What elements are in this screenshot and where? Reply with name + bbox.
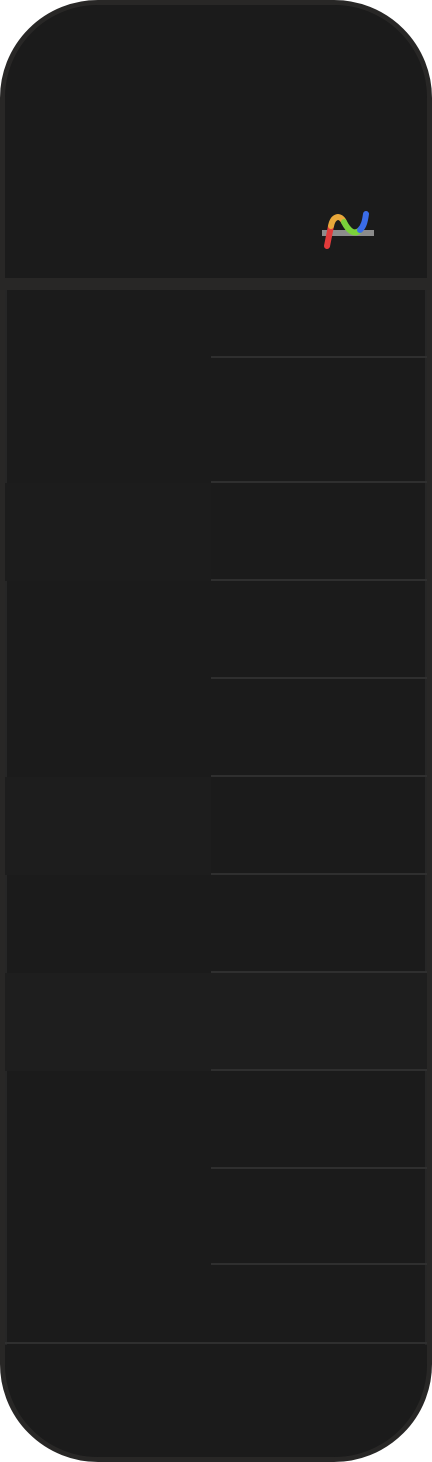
list-item[interactable]: [5, 973, 427, 1071]
list-item[interactable]: [5, 1265, 427, 1344]
list-item-left-cell: [5, 777, 211, 875]
list-item-right-cell: [211, 483, 427, 581]
wave-logo-icon: [322, 211, 374, 249]
list-item-left-cell: [5, 1169, 211, 1265]
list-item[interactable]: [5, 777, 427, 875]
list-item[interactable]: [5, 358, 427, 483]
list-item-right-cell: [211, 358, 427, 483]
list-item-left-cell: [5, 483, 211, 581]
header: [5, 5, 427, 290]
list-item-left-cell: [5, 875, 211, 973]
list-item-right-cell: [211, 1071, 427, 1169]
list-item-right-cell: [211, 581, 427, 679]
list-item[interactable]: [5, 581, 427, 679]
list-item-left-cell: [5, 1071, 211, 1169]
list-item-left-cell: [5, 581, 211, 679]
list-item[interactable]: [5, 875, 427, 973]
list-item-right-cell: [211, 777, 427, 875]
list-item-left-cell: [5, 679, 211, 777]
list-item[interactable]: [5, 290, 427, 358]
list-item[interactable]: [5, 483, 427, 581]
list-item-right-cell: [211, 875, 427, 973]
list-item[interactable]: [5, 1071, 427, 1169]
list-item-left-cell: [5, 290, 211, 358]
footer: [5, 1345, 427, 1457]
list-item[interactable]: [5, 1169, 427, 1265]
app-frame: [0, 0, 432, 1462]
list-item-right-cell: [211, 290, 427, 358]
list-item-right-cell: [211, 1169, 427, 1265]
list-item-right-cell: [211, 1265, 427, 1344]
list-item-left-cell: [5, 358, 211, 483]
list-item-left-cell: [5, 1265, 211, 1344]
list-item[interactable]: [5, 679, 427, 777]
list-item-right-cell: [211, 679, 427, 777]
row-divider: [5, 1342, 427, 1344]
list-item-right-cell: [211, 973, 427, 1071]
list: [5, 290, 427, 1344]
list-item-left-cell: [5, 973, 211, 1071]
